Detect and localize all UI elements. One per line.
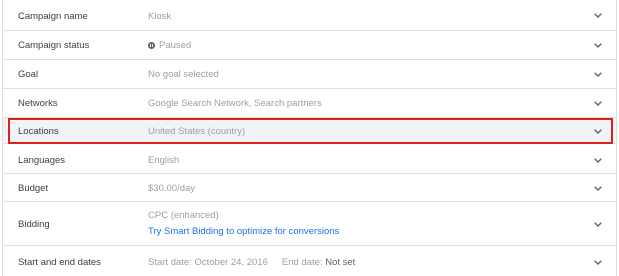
chevron-down-icon[interactable]	[594, 260, 602, 265]
setting-label: Bidding	[18, 219, 50, 230]
setting-value: Kiosk	[148, 11, 172, 22]
start-date: Start date: October 24, 2016	[148, 257, 268, 268]
chevron-down-icon[interactable]	[594, 13, 602, 18]
campaign-settings-panel: Campaign name Kiosk Campaign status Paus…	[2, 0, 617, 276]
setting-value: $30.00/day	[148, 183, 196, 194]
setting-value: Google Search Network, Search partners	[148, 98, 322, 109]
setting-value: No goal selected	[148, 69, 219, 80]
setting-row-budget[interactable]: Budget $30.00/day	[3, 174, 616, 202]
setting-value: Paused	[148, 40, 191, 51]
setting-label: Languages	[18, 155, 66, 166]
setting-row-networks[interactable]: Networks Google Search Network, Search p…	[3, 89, 616, 118]
setting-label: Networks	[18, 98, 58, 109]
setting-value: English	[148, 155, 180, 166]
setting-value: Start date: October 24, 2016 End date: No…	[148, 257, 355, 268]
setting-value: United States (country)	[148, 126, 246, 137]
setting-row-bidding[interactable]: Bidding CPC (enhanced) Try Smart Bidding…	[3, 202, 616, 246]
chevron-down-icon[interactable]	[594, 186, 602, 191]
setting-label: Locations	[18, 126, 59, 137]
chevron-down-icon[interactable]	[594, 43, 602, 48]
setting-row-campaign-status[interactable]: Campaign status Paused	[3, 31, 616, 60]
setting-value: CPC (enhanced)	[148, 210, 219, 221]
setting-label: Campaign status	[18, 40, 90, 51]
end-date: End date: Not set	[282, 257, 355, 268]
chevron-down-icon[interactable]	[594, 158, 602, 163]
setting-label: Campaign name	[18, 11, 88, 22]
pause-circle-icon	[148, 42, 155, 49]
status-text: Paused	[159, 40, 192, 51]
setting-row-locations[interactable]: Locations United States (country)	[3, 118, 616, 144]
chevron-down-icon[interactable]	[594, 129, 602, 134]
end-date-label: End date:	[281, 257, 323, 268]
setting-row-goal[interactable]: Goal No goal selected	[3, 60, 616, 89]
chevron-down-icon[interactable]	[594, 101, 602, 106]
setting-row-campaign-name[interactable]: Campaign name Kiosk	[3, 0, 616, 31]
setting-label: Budget	[18, 183, 49, 194]
smart-bidding-link[interactable]: Try Smart Bidding to optimize for conver…	[148, 226, 339, 237]
end-date-value: Not set	[325, 257, 356, 268]
setting-row-start-end-dates[interactable]: Start and end dates Start date: October …	[3, 246, 616, 276]
chevron-down-icon[interactable]	[594, 72, 602, 77]
setting-label: Start and end dates	[18, 257, 101, 268]
setting-label: Goal	[18, 69, 39, 80]
setting-row-languages[interactable]: Languages English	[3, 144, 616, 174]
chevron-down-icon[interactable]	[594, 222, 602, 227]
